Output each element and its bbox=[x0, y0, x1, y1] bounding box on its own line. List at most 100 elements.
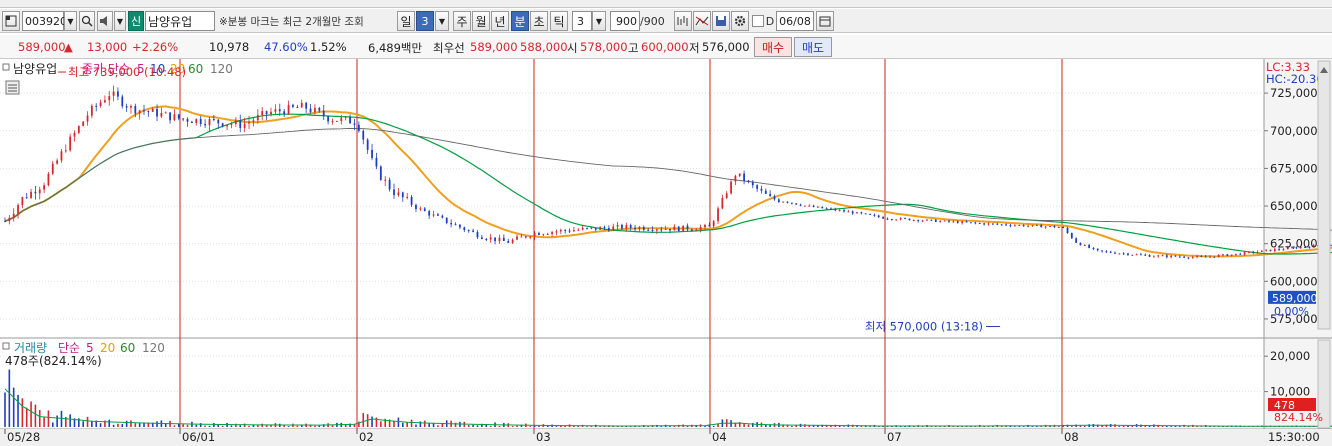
candle-body bbox=[379, 166, 382, 180]
interval-input[interactable]: 3 bbox=[572, 11, 592, 31]
candle-body bbox=[533, 232, 536, 237]
search-icon[interactable] bbox=[79, 11, 95, 31]
buy-button[interactable]: 매수 bbox=[754, 37, 792, 57]
candle-body bbox=[743, 173, 745, 181]
period-tick-button[interactable]: 틱 bbox=[550, 11, 568, 31]
volume-bar bbox=[230, 425, 233, 427]
count-input[interactable]: 900 bbox=[610, 11, 640, 31]
candle-body bbox=[821, 206, 824, 209]
candle-body bbox=[1239, 253, 1242, 255]
candle-body bbox=[886, 218, 889, 220]
price-volume-chart[interactable]: 남양유업 종가 단순 5 10 20 60 120 최고 739,000 (10… bbox=[0, 59, 1332, 446]
candle-body bbox=[760, 188, 763, 191]
volume-bar bbox=[380, 421, 382, 427]
volume-bar bbox=[86, 416, 89, 427]
day-count-button[interactable]: 3 bbox=[416, 11, 434, 31]
candle-body bbox=[1088, 244, 1090, 248]
candle-body bbox=[104, 100, 106, 103]
period-month-button[interactable]: 월 bbox=[472, 11, 490, 31]
volume-bar bbox=[69, 414, 71, 427]
candle-body bbox=[843, 210, 845, 212]
code-dropdown-button[interactable]: ▼ bbox=[64, 11, 77, 31]
volume-bar bbox=[239, 425, 242, 427]
gear-icon[interactable] bbox=[731, 11, 749, 31]
candle-body bbox=[538, 232, 540, 235]
stock-code-input[interactable]: 003920 bbox=[22, 11, 67, 31]
sell-button[interactable]: 매도 bbox=[794, 37, 832, 57]
price-scrollbar[interactable] bbox=[1317, 60, 1331, 330]
candle-body bbox=[1243, 252, 1246, 255]
date-checkbox[interactable] bbox=[752, 15, 764, 27]
candle-body bbox=[795, 203, 798, 205]
candle-body bbox=[30, 191, 32, 198]
candle-body bbox=[1178, 256, 1181, 258]
quote-info-row: 589,000 ▲ 13,000 +2.26% 10,978 47.60% 1.… bbox=[0, 35, 1332, 59]
speaker-icon[interactable] bbox=[97, 11, 113, 31]
speaker-dropdown-button[interactable]: ▼ bbox=[114, 11, 126, 31]
volume-bar bbox=[138, 423, 141, 427]
compare-icon[interactable] bbox=[693, 11, 711, 31]
candle-body bbox=[777, 199, 780, 202]
volume-bar bbox=[1022, 426, 1025, 427]
period-second-button[interactable]: 초 bbox=[530, 11, 548, 31]
stock-name-field: 남양유업 bbox=[145, 11, 215, 31]
candle-body bbox=[769, 193, 772, 197]
crosshair-icon[interactable] bbox=[674, 11, 692, 31]
candle-body bbox=[704, 224, 706, 228]
candle-body bbox=[204, 123, 206, 126]
save-icon[interactable] bbox=[712, 11, 730, 31]
candle-body bbox=[599, 227, 602, 230]
candle-body bbox=[808, 205, 811, 207]
volume-bar bbox=[401, 422, 404, 427]
candle-body bbox=[926, 219, 928, 221]
candle-body bbox=[738, 173, 741, 176]
candle-body bbox=[419, 208, 422, 210]
candle-body bbox=[143, 110, 145, 112]
candle-body bbox=[322, 110, 325, 117]
candle-body bbox=[773, 196, 776, 200]
candle-body bbox=[1131, 254, 1134, 256]
chart-toolbar: 003920 ▼ ▼ 신 남양유업 ※분봉 마크는 최근 2개월만 조회 일 3… bbox=[0, 9, 1332, 33]
price-tick-label: 725,000 bbox=[1270, 86, 1318, 100]
candle-body bbox=[406, 196, 409, 198]
candle-body bbox=[992, 223, 994, 225]
day-count-dropdown[interactable]: ▼ bbox=[435, 11, 449, 31]
candle-body bbox=[64, 150, 67, 152]
ma-legend-120: 120 bbox=[210, 62, 233, 76]
candle-body bbox=[690, 229, 693, 231]
candle-body bbox=[156, 108, 158, 117]
candle-body bbox=[261, 111, 264, 115]
candle-body bbox=[17, 205, 19, 214]
layout-icon[interactable] bbox=[2, 11, 20, 31]
period-week-button[interactable]: 주 bbox=[453, 11, 471, 31]
volume-bar bbox=[415, 424, 417, 427]
trade-amount: 6,489백만 bbox=[368, 41, 423, 55]
volume-bar bbox=[712, 425, 715, 427]
candle-body bbox=[948, 220, 950, 222]
candle-body bbox=[25, 197, 28, 199]
candle-body bbox=[331, 121, 334, 123]
candle-body bbox=[1040, 224, 1043, 228]
volume-bar bbox=[987, 426, 990, 428]
candle-body bbox=[366, 139, 369, 150]
candle-body bbox=[669, 228, 671, 231]
interval-dropdown[interactable]: ▼ bbox=[592, 11, 606, 31]
candle-body bbox=[1204, 256, 1207, 258]
candle-body bbox=[112, 91, 115, 96]
vol-ma-legend-5: 5 bbox=[86, 341, 94, 355]
candle-body bbox=[151, 108, 154, 112]
volume-bar bbox=[353, 424, 356, 427]
period-day-button[interactable]: 일 bbox=[397, 11, 415, 31]
candle-body bbox=[182, 118, 185, 120]
period-year-button[interactable]: 년 bbox=[491, 11, 509, 31]
period-minute-button[interactable]: 분 bbox=[511, 11, 529, 31]
candle-body bbox=[1009, 225, 1012, 227]
date-prefix: D bbox=[765, 14, 775, 28]
date-input[interactable]: 06/08 bbox=[776, 11, 814, 31]
chevron-down-icon: ▼ bbox=[67, 16, 74, 26]
volume-bar bbox=[208, 425, 211, 427]
calendar-icon[interactable] bbox=[816, 11, 834, 31]
candle-body bbox=[270, 111, 272, 115]
vol-ma-legend-60: 60 bbox=[120, 341, 135, 355]
candle-body bbox=[1157, 255, 1160, 257]
